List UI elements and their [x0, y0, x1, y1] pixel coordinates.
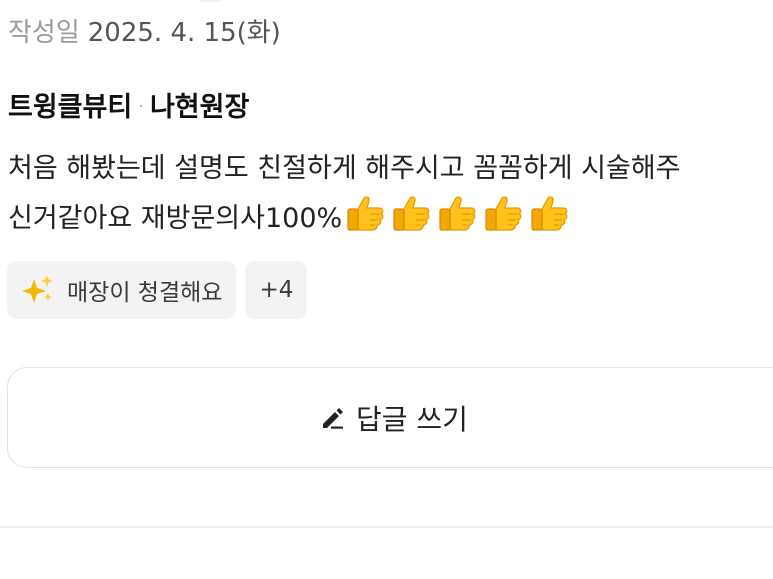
review-text-line-2: 신거같아요 재방문의사100% — [8, 194, 773, 250]
sparkles-icon — [22, 275, 53, 303]
thumbs-up-emoji-group — [344, 195, 574, 250]
staff-name: 나현원장 — [149, 92, 250, 123]
review-date: 작성일 2025. 4. 15(화) — [8, 15, 281, 51]
pencil-icon — [323, 407, 343, 429]
review-body: 처음 해봤는데 설명도 친절하게 해주시고 꼼꼼하게 시술해주 신거같아요 재방… — [8, 144, 773, 250]
date-label: 작성일 — [8, 18, 80, 48]
shop-name: 트윙클뷰티 — [8, 92, 133, 123]
author-separator: · — [138, 96, 144, 117]
tag-clean-store[interactable]: 매장이 청결해요 — [7, 261, 237, 319]
reply-button-label: 답글 쓰기 — [356, 402, 468, 436]
review-text-line-1: 처음 해봤는데 설명도 친절하게 해주시고 꼼꼼하게 시술해주 — [8, 153, 681, 184]
thumbs-up-emoji — [439, 196, 476, 231]
tag-more-label: +4 — [259, 277, 294, 303]
thumbs-up-emoji — [393, 196, 430, 231]
thumbs-up-emoji — [347, 196, 384, 231]
reply-button-content: 답글 쓰기 — [320, 368, 468, 467]
avatar-edge — [200, 0, 222, 2]
date-value: 2025. 4. 15(화) — [87, 18, 281, 48]
tag-label: 매장이 청결해요 — [67, 280, 223, 306]
thumbs-up-emoji — [531, 196, 568, 231]
review-author: 트윙클뷰티 · 나현원장 — [8, 88, 249, 127]
section-divider — [0, 526, 773, 528]
review-text-line-2-text: 신거같아요 재방문의사100% — [8, 203, 343, 234]
tag-more-button[interactable]: +4 — [245, 261, 308, 319]
keyword-tags: 매장이 청결해요 +4 — [7, 261, 308, 319]
thumbs-up-emoji — [485, 196, 522, 231]
review-card: 작성일 2025. 4. 15(화) 트윙클뷰티 · 나현원장 처음 해봤는데 설명도… — [0, 0, 773, 579]
write-reply-button[interactable]: 답글 쓰기 — [7, 367, 773, 468]
